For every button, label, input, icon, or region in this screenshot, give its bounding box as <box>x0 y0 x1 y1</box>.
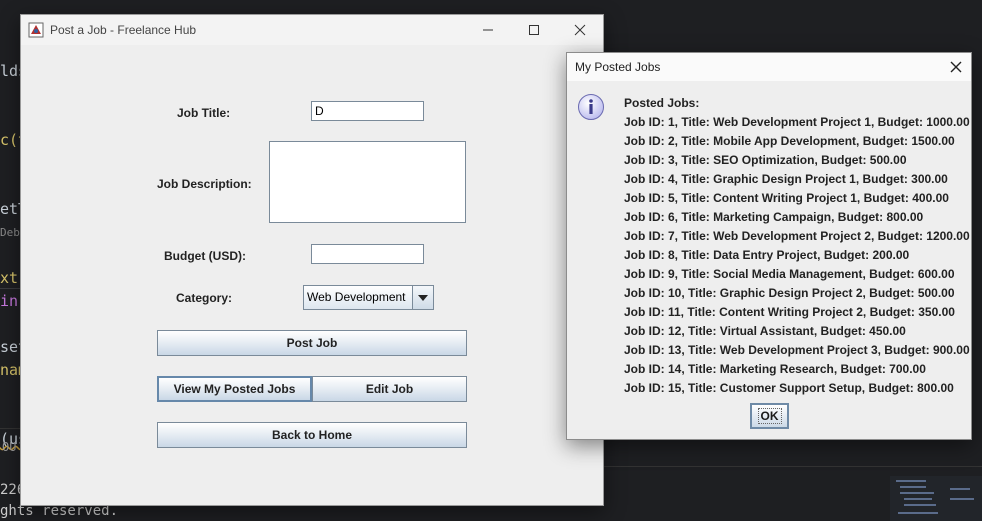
back-to-home-button[interactable]: Back to Home <box>157 422 467 448</box>
job-list-item: Job ID: 11, Title: Content Writing Proje… <box>624 305 955 319</box>
maximize-icon <box>529 25 539 35</box>
java-app-icon <box>28 22 44 38</box>
job-description-label: Job Description: <box>157 177 252 191</box>
post-job-button[interactable]: Post Job <box>157 330 467 356</box>
job-list-item: Job ID: 6, Title: Marketing Campaign, Bu… <box>624 210 924 224</box>
job-list-item: Job ID: 8, Title: Data Entry Project, Bu… <box>624 248 910 262</box>
dialog-close-button[interactable] <box>941 53 971 81</box>
job-list-item: Job ID: 14, Title: Marketing Research, B… <box>624 362 926 376</box>
job-list-item: Job ID: 4, Title: Graphic Design Project… <box>624 172 948 186</box>
job-list-item: Job ID: 13, Title: Web Development Proje… <box>624 343 970 357</box>
category-selected-value: Web Development <box>307 290 406 304</box>
edit-job-button[interactable]: Edit Job <box>312 376 467 402</box>
info-icon <box>578 94 604 120</box>
editor-minimap[interactable] <box>890 476 982 521</box>
job-title-label: Job Title: <box>177 106 231 120</box>
minimize-icon <box>483 29 493 31</box>
dialog-title: My Posted Jobs <box>575 60 661 74</box>
close-icon <box>950 61 962 73</box>
job-list-item: Job ID: 1, Title: Web Development Projec… <box>624 115 970 129</box>
category-select[interactable]: Web Development <box>303 285 434 310</box>
job-list-item: Job ID: 10, Title: Graphic Design Projec… <box>624 286 955 300</box>
chevron-down-icon <box>418 294 428 301</box>
view-posted-jobs-button[interactable]: View My Posted Jobs <box>157 376 312 402</box>
bg-panel-divider <box>604 466 982 467</box>
job-list-item: Job ID: 12, Title: Virtual Assistant, Bu… <box>624 324 906 338</box>
dropdown-arrow-button[interactable] <box>412 286 433 309</box>
posted-jobs-dialog: My Posted Jobs Posted Jobs: Job ID: 1, T… <box>566 52 972 440</box>
job-list-item: Job ID: 3, Title: SEO Optimization, Budg… <box>624 153 907 167</box>
posted-jobs-heading: Posted Jobs: <box>624 96 700 110</box>
window-titlebar[interactable]: Post a Job - Freelance Hub <box>21 15 603 45</box>
minimize-button[interactable] <box>465 15 511 45</box>
post-job-window: Post a Job - Freelance Hub Job Title: D … <box>20 14 604 506</box>
job-list-item: Job ID: 15, Title: Customer Support Setu… <box>624 381 954 395</box>
bg-divider <box>0 288 20 289</box>
bg-panel-divider <box>0 428 20 429</box>
budget-input[interactable] <box>311 244 424 264</box>
dialog-titlebar[interactable]: My Posted Jobs <box>567 53 971 81</box>
job-description-textarea[interactable] <box>269 141 466 223</box>
window-title: Post a Job - Freelance Hub <box>50 23 197 37</box>
job-list-item: Job ID: 5, Title: Content Writing Projec… <box>624 191 949 205</box>
job-list-item: Job ID: 2, Title: Mobile App Development… <box>624 134 955 148</box>
maximize-button[interactable] <box>511 15 557 45</box>
dialog-message: Posted Jobs: Job ID: 1, Title: Web Devel… <box>624 94 970 398</box>
job-list-item: Job ID: 9, Title: Social Media Managemen… <box>624 267 955 281</box>
category-label: Category: <box>176 291 233 305</box>
job-title-input[interactable]: D <box>311 101 424 121</box>
close-icon <box>574 24 586 36</box>
bg-output-label: OU <box>2 440 17 454</box>
ok-button-label: OK <box>757 408 782 424</box>
budget-label: Budget (USD): <box>164 249 246 263</box>
close-button[interactable] <box>557 15 603 45</box>
ok-button[interactable]: OK <box>750 403 789 429</box>
job-list-item: Job ID: 7, Title: Web Development Projec… <box>624 229 970 243</box>
